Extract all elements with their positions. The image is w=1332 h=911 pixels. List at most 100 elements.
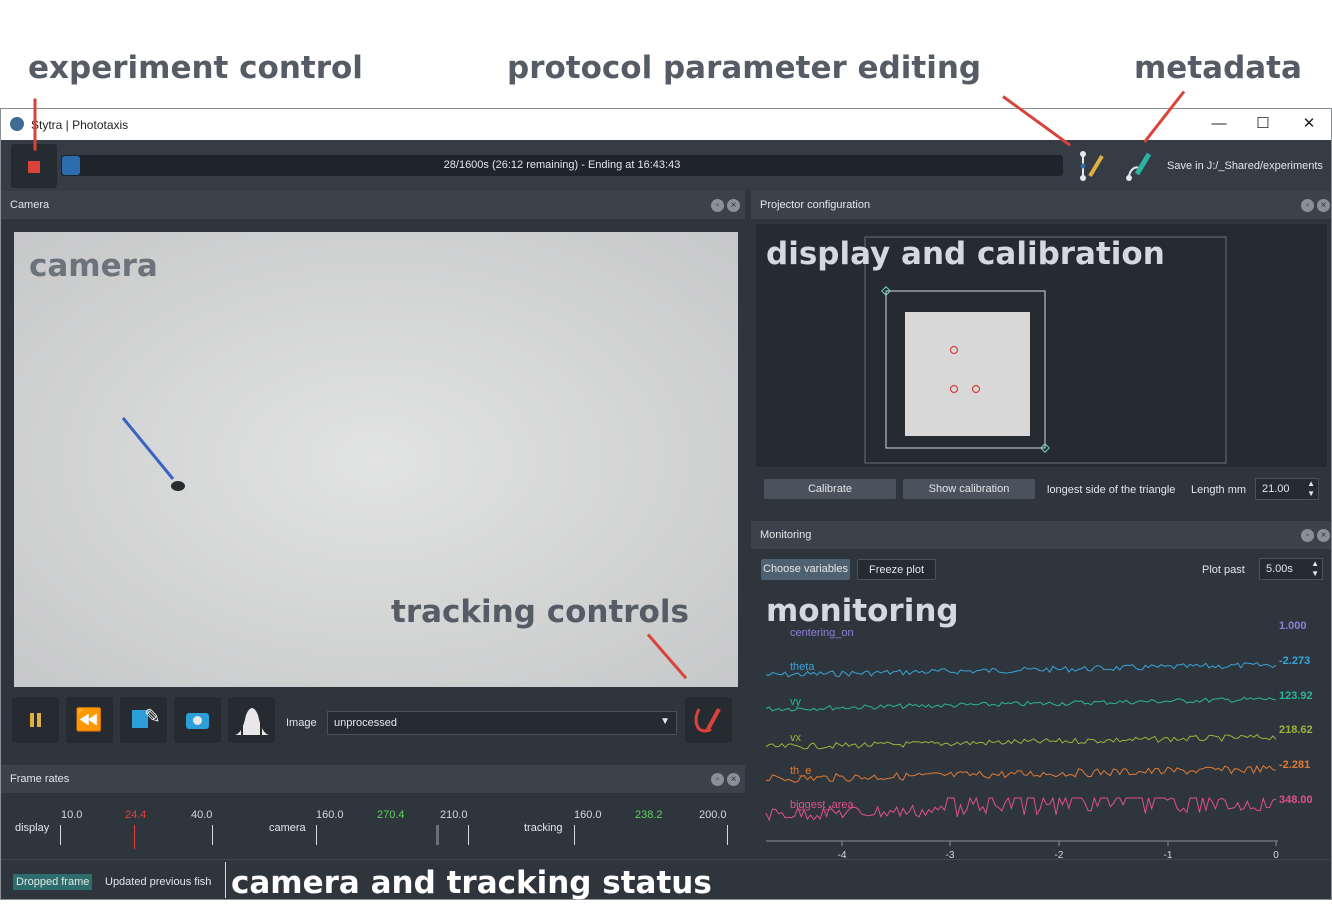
display-rate-max-tick bbox=[212, 825, 213, 845]
trace-theta bbox=[765, 661, 1277, 678]
plot-past-label: Plot past bbox=[1202, 564, 1245, 576]
rewind-icon: ⏪ bbox=[75, 707, 103, 732]
display-rate-min-tick bbox=[60, 825, 61, 845]
monitoring-panel-title: Monitoring bbox=[760, 529, 812, 541]
stop-experiment-button[interactable] bbox=[11, 144, 57, 188]
plot-past-value: 5.00s bbox=[1266, 563, 1293, 575]
length-input[interactable]: 21.00 ▲ ▼ bbox=[1255, 478, 1319, 500]
close-panel-icon[interactable]: × bbox=[1317, 529, 1330, 542]
annotation-display-calibration: display and calibration bbox=[766, 236, 1165, 272]
status-bar: Dropped frame Updated previous fish came… bbox=[1, 859, 1331, 901]
trace-vx bbox=[765, 733, 1277, 750]
plot-past-input[interactable]: 5.00s ▲ ▼ bbox=[1259, 558, 1323, 580]
tracking-rate-current: 238.2 bbox=[635, 809, 663, 821]
camera-rate-min-tick bbox=[316, 825, 317, 845]
status-message: Updated previous fish bbox=[105, 876, 212, 888]
close-panel-icon[interactable]: × bbox=[727, 773, 740, 786]
camera-view[interactable]: camera tracking controls bbox=[14, 232, 738, 687]
monitoring-panel-header: Monitoring ◦ × bbox=[751, 521, 1331, 549]
x-tick-label: -4 bbox=[838, 850, 847, 859]
float-panel-icon[interactable]: ◦ bbox=[711, 773, 724, 786]
projector-panel-header: Projector configuration ◦ × bbox=[751, 191, 1331, 219]
progress-text: 28/1600s (26:12 remaining) - Ending at 1… bbox=[443, 159, 681, 171]
pause-button[interactable] bbox=[12, 697, 59, 743]
trace-vy bbox=[765, 696, 1277, 712]
calibrate-button[interactable]: Calibrate bbox=[764, 479, 896, 499]
tracking-wand-icon bbox=[694, 708, 721, 733]
x-tick-label: -2 bbox=[1055, 850, 1064, 859]
close-panel-icon[interactable]: × bbox=[727, 199, 740, 212]
tracking-rate-max: 200.0 bbox=[699, 809, 727, 821]
annotation-tracking-controls: tracking controls bbox=[391, 594, 689, 630]
camera-rate-max: 210.0 bbox=[440, 809, 468, 821]
trace-value-centering_on: 1.000 bbox=[1279, 620, 1307, 632]
float-panel-icon[interactable]: ◦ bbox=[711, 199, 724, 212]
metadata-edit-icon[interactable] bbox=[1123, 148, 1157, 184]
display-rate-max: 40.0 bbox=[191, 809, 213, 821]
fish-blob bbox=[171, 481, 185, 491]
projector-panel-title: Projector configuration bbox=[760, 199, 871, 211]
annotation-experiment-control: experiment control bbox=[28, 50, 363, 86]
status-divider bbox=[225, 862, 226, 898]
tracking-rate-min: 160.0 bbox=[574, 809, 602, 821]
progress-fill bbox=[62, 156, 80, 175]
choose-variables-button[interactable]: Choose variables bbox=[761, 559, 850, 580]
annotation-metadata: metadata bbox=[1134, 50, 1302, 86]
trace-name-vy: vy bbox=[790, 696, 801, 708]
x-tick-label: -3 bbox=[946, 850, 955, 859]
title-bar: Stytra | Phototaxis — ☐ ✕ bbox=[1, 109, 1331, 140]
spin-arrows-icon: ▲ ▼ bbox=[1311, 559, 1319, 578]
x-tick-label: 0 bbox=[1273, 850, 1279, 859]
close-button[interactable]: ✕ bbox=[1289, 113, 1329, 135]
trace-name-th_e: th_e bbox=[790, 765, 812, 777]
edit-tracking-button[interactable]: ✎ bbox=[120, 697, 167, 743]
minimize-button[interactable]: — bbox=[1199, 113, 1239, 135]
maximize-button[interactable]: ☐ bbox=[1243, 113, 1283, 135]
tracking-settings-button[interactable] bbox=[685, 697, 732, 743]
trace-th_e bbox=[765, 764, 1277, 783]
camera-rate-min: 160.0 bbox=[316, 809, 344, 821]
protocol-edit-icon[interactable] bbox=[1075, 148, 1109, 184]
trace-value-th_e: -2.281 bbox=[1279, 759, 1311, 771]
stop-icon bbox=[28, 161, 40, 173]
app-window: Stytra | Phototaxis — ☐ ✕ 28/1600s (26:1… bbox=[0, 108, 1332, 901]
tracking-rate-min-tick bbox=[574, 825, 575, 845]
projector-display-view[interactable]: display and calibration bbox=[756, 224, 1327, 467]
trace-value-vy: 123.92 bbox=[1279, 690, 1313, 702]
float-panel-icon[interactable]: ◦ bbox=[1301, 529, 1314, 542]
spin-arrows-icon: ▲ ▼ bbox=[1307, 479, 1315, 498]
trace-name-theta: theta bbox=[790, 661, 815, 673]
show-calibration-button[interactable]: Show calibration bbox=[903, 479, 1035, 499]
snapshot-button[interactable] bbox=[174, 697, 221, 743]
trace-name-centering_on: centering_on bbox=[790, 627, 854, 639]
pointer-experiment-control bbox=[33, 98, 37, 151]
camera-rate-current-tick bbox=[436, 825, 439, 845]
freeze-plot-button[interactable]: Freeze plot bbox=[857, 559, 936, 580]
display-rate-min: 10.0 bbox=[61, 809, 83, 821]
display-rate-current-tick bbox=[134, 825, 135, 849]
camera-panel-header: Camera ◦ × bbox=[1, 191, 745, 219]
length-label: Length mm bbox=[1191, 484, 1247, 496]
pause-icon bbox=[30, 713, 34, 727]
rewind-button[interactable]: ⏪ bbox=[66, 697, 113, 743]
histogram-button[interactable] bbox=[228, 697, 275, 743]
histogram-icon bbox=[234, 705, 270, 737]
frame-rates-title: Frame rates bbox=[10, 773, 70, 785]
camera-rate-label: camera bbox=[269, 822, 306, 834]
trace-value-biggest_area: 348.00 bbox=[1279, 794, 1313, 806]
chevron-down-icon: ▼ bbox=[660, 716, 670, 727]
image-type-select[interactable]: unprocessed ▼ bbox=[327, 711, 677, 735]
trace-value-vx: 218.62 bbox=[1279, 724, 1313, 736]
trace-name-biggest_area: biggest_area bbox=[790, 799, 854, 811]
lens-icon bbox=[193, 716, 202, 725]
camera-panel-title: Camera bbox=[10, 199, 50, 211]
save-location-label[interactable]: Save in J:/_Shared/experiments bbox=[1167, 160, 1323, 172]
pen-icon: ✎ bbox=[144, 706, 161, 728]
annotation-status: camera and tracking status bbox=[231, 865, 712, 901]
float-panel-icon[interactable]: ◦ bbox=[1301, 199, 1314, 212]
x-tick-label: -1 bbox=[1164, 850, 1173, 859]
annotation-camera: camera bbox=[29, 248, 158, 284]
dropped-frame-badge: Dropped frame bbox=[13, 874, 93, 890]
window-title: Stytra | Phototaxis bbox=[31, 118, 129, 132]
close-panel-icon[interactable]: × bbox=[1317, 199, 1330, 212]
